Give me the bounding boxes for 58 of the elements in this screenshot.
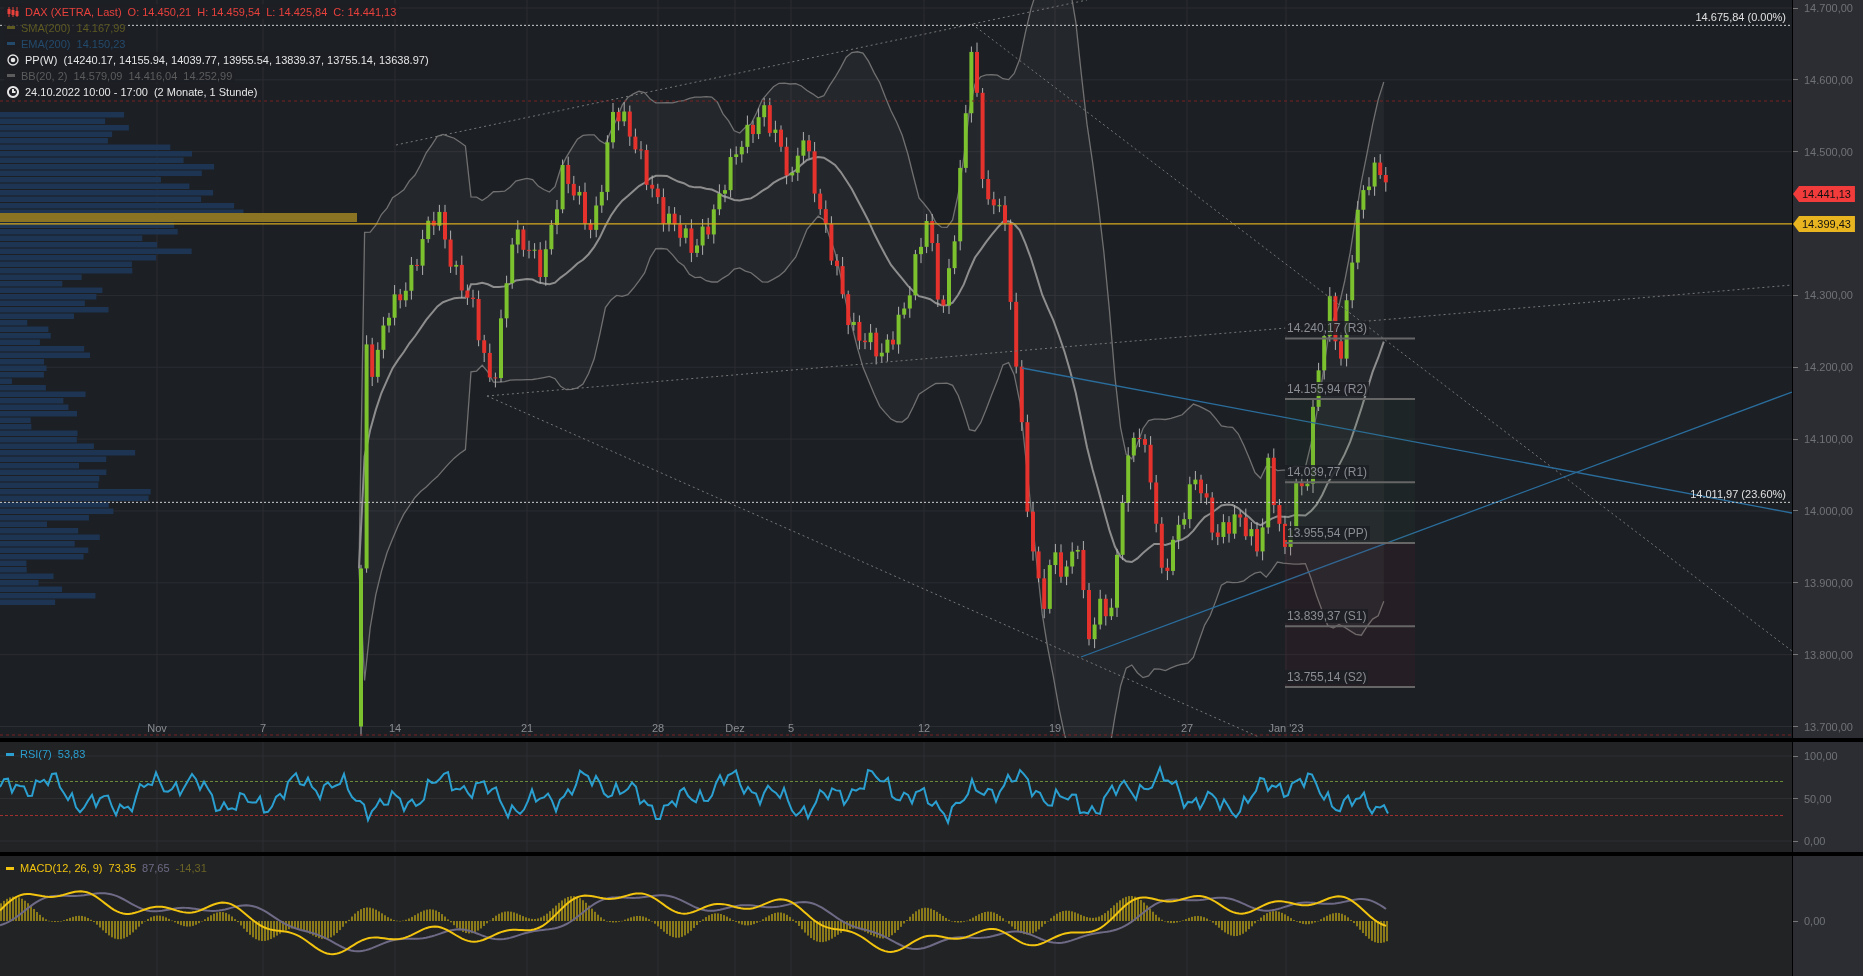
legend-label: DAX (XETRA, Last) (25, 5, 122, 18)
price-axis-label: 14.500,00 (1804, 145, 1853, 158)
macd-axis-label: 0,00 (1804, 915, 1826, 927)
time-axis-label: 21 (520, 722, 534, 734)
indicator-value: -14,31 (175, 862, 207, 874)
legend-value: 14.150,23 (76, 37, 126, 50)
price-axis-label: 14.600,00 (1804, 73, 1853, 86)
legend-value: L: 14.425,84 (266, 5, 328, 18)
price-axis-label: 14.000,00 (1804, 504, 1853, 517)
price-axis-label: 13.700,00 (1804, 720, 1853, 733)
rsi-axis-label: 50,00 (1804, 792, 1832, 805)
legend-value: 14.167,99 (76, 21, 126, 34)
time-axis-label: 7 (259, 722, 267, 734)
legend-label: EMA(200) (21, 37, 71, 50)
legend-label: PP(W) (25, 53, 58, 66)
price-tag: 14.441,13 (1793, 186, 1855, 202)
pivot-label: 13.839,37 (S1) (1285, 609, 1369, 624)
pivot-label: 14.240,17 (R3) (1285, 321, 1370, 336)
fib-level-label: 14.011,97 (23.60%) (1690, 488, 1786, 501)
legend-value: O: 14.450,21 (127, 5, 192, 18)
legend-value: H: 14.459,54 (197, 5, 261, 18)
time-axis-label: 27 (1180, 722, 1194, 734)
legend-value: 14.579,09 (73, 69, 123, 82)
time-axis-label: 5 (787, 722, 795, 734)
indicator-label: RSI(7) (20, 748, 52, 760)
legend-value: 14.252,99 (183, 69, 233, 82)
price-axis-label: 14.100,00 (1804, 433, 1853, 446)
pivot-label: 14.155,94 (R2) (1285, 381, 1370, 396)
pivot-label: 13.955,54 (PP) (1285, 525, 1370, 540)
legend-value: (2 Monate, 1 Stunde) (153, 85, 258, 98)
price-axis-label: 14.700,00 (1804, 2, 1853, 14)
indicator-value: 73,35 (108, 862, 137, 874)
price-axis-label: 14.200,00 (1804, 361, 1853, 374)
rsi-axis-label: 100,00 (1804, 750, 1838, 762)
time-axis-label: Nov (147, 722, 167, 734)
time-axis-label: 28 (651, 722, 665, 734)
price-axis-label: 13.800,00 (1804, 648, 1853, 661)
legend-label: 24.10.2022 10:00 - 17:00 (25, 85, 148, 98)
legend-value: 14.416,04 (128, 69, 178, 82)
legend-label: BB(20, 2) (21, 69, 68, 82)
legend-value: C: 14.441,13 (333, 5, 397, 18)
price-axis-label: 13.900,00 (1804, 576, 1853, 589)
time-axis-label: Jan '23 (1268, 722, 1304, 734)
pivot-label: 14.039,77 (R1) (1285, 465, 1370, 480)
indicator-label: MACD(12, 26, 9) (20, 862, 103, 874)
price-tag: 14.399,43 (1793, 215, 1855, 232)
rsi-axis-label: 0,00 (1804, 835, 1826, 847)
time-axis-label: 14 (388, 722, 402, 734)
indicator-value: 53,83 (57, 748, 86, 760)
pivot-label: 13.755,14 (S2) (1285, 669, 1369, 684)
time-axis-label: 12 (917, 722, 931, 734)
indicator-value: 87,65 (142, 862, 170, 874)
legend-label: SMA(200) (21, 21, 71, 34)
time-axis-label: 19 (1048, 722, 1062, 734)
time-axis-label: Dez (725, 722, 745, 734)
legend-value: (14240.17, 14155.94, 14039.77, 13955.54, 13839.37, 13755.14, 13638.97) (63, 53, 429, 66)
fib-level-label: 14.675,84 (0.00%) (1695, 11, 1786, 24)
price-axis-label: 14.300,00 (1804, 289, 1853, 302)
